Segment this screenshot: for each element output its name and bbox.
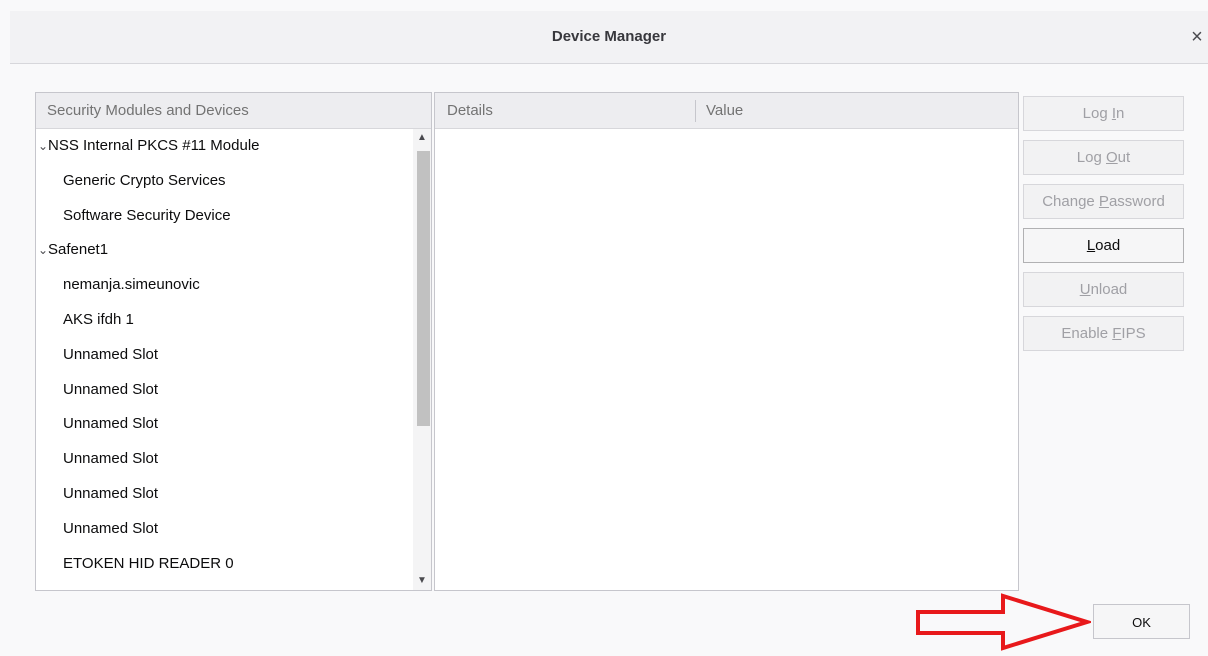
tree-slot-row[interactable]: AKS ifdh 1 (36, 303, 413, 338)
details-table[interactable]: Details Value (434, 92, 1019, 591)
security-modules-tree[interactable]: Security Modules and Devices ⌄NSS Intern… (35, 92, 432, 591)
tree-slot-row[interactable]: ETOKEN HID READER 0 (36, 547, 413, 582)
tree-list: ⌄NSS Internal PKCS #11 Module Generic Cry… (36, 129, 413, 590)
scroll-down-icon[interactable]: ▼ (413, 572, 431, 590)
tree-item-label: AKS ifdh 1 (63, 310, 134, 328)
column-header-value[interactable]: Value (706, 93, 743, 129)
dialog-title: Device Manager (551, 28, 667, 45)
tree-item-label: Unnamed Slot (63, 345, 159, 363)
button-label-accel: U (1079, 281, 1091, 298)
button-label-pre: Change (1042, 193, 1099, 210)
tree-item-label: Safenet1 (48, 241, 109, 259)
tree-slot-row[interactable]: Unnamed Slot (36, 338, 413, 373)
annotation-arrow-icon (916, 593, 1091, 651)
ok-button[interactable]: OK (1093, 604, 1190, 639)
tree-item-label: Software Security Device (63, 206, 231, 224)
button-label-post: oad (1095, 237, 1121, 254)
tree-slot-row[interactable]: Software Security Device (36, 199, 413, 234)
tree-slot-row[interactable]: Unnamed Slot (36, 512, 413, 547)
tree-module-row[interactable]: ⌄Safenet1 (36, 233, 413, 268)
tree-item-label: Unnamed Slot (63, 415, 159, 433)
change-password-button[interactable]: Change Password (1023, 184, 1184, 219)
tree-slot-row[interactable]: Unnamed Slot (36, 442, 413, 477)
tree-column-header[interactable]: Security Modules and Devices (36, 93, 431, 129)
tree-item-label: Generic Crypto Services (63, 171, 226, 189)
button-label-accel: O (1106, 149, 1118, 166)
button-label-post: nload (1090, 281, 1128, 298)
column-separator[interactable] (695, 100, 696, 122)
column-header-details[interactable]: Details (447, 93, 493, 129)
log-in-button[interactable]: Log In (1023, 96, 1184, 131)
button-label-post: IPS (1121, 325, 1146, 342)
tree-scrollbar[interactable]: ▲ ▼ (413, 129, 431, 590)
close-icon[interactable]: × (1186, 24, 1208, 50)
load-button[interactable]: Load (1023, 228, 1184, 263)
tree-item-label: ETOKEN HID READER 0 (63, 554, 234, 572)
tree-item-label: Unnamed Slot (63, 484, 159, 502)
button-label-accel: L (1086, 237, 1096, 254)
button-label-post: n (1116, 105, 1125, 122)
button-label-pre: Log (1082, 105, 1112, 122)
button-label-pre: Log (1076, 149, 1106, 166)
tree-item-label: Unnamed Slot (63, 450, 159, 468)
log-out-button[interactable]: Log Out (1023, 140, 1184, 175)
button-label-post: assword (1108, 193, 1165, 210)
button-label-post: ut (1117, 149, 1131, 166)
button-label-pre: Enable (1061, 325, 1113, 342)
tree-slot-row[interactable]: nemanja.simeunovic (36, 268, 413, 303)
tree-item-label: NSS Internal PKCS #11 Module (48, 137, 260, 154)
scroll-thumb[interactable] (417, 151, 430, 426)
tree-item-label: Unnamed Slot (63, 380, 159, 398)
enable-fips-button[interactable]: Enable FIPS (1023, 316, 1184, 351)
tree-item-label: nemanja.simeunovic (63, 276, 200, 294)
chevron-down-icon[interactable]: ⌄ (38, 233, 48, 268)
tree-slot-row[interactable]: Unnamed Slot (36, 477, 413, 512)
chevron-down-icon[interactable]: ⌄ (38, 129, 48, 164)
button-label-accel: P (1098, 193, 1109, 210)
tree-module-row[interactable]: ⌄NSS Internal PKCS #11 Module (36, 129, 413, 164)
tree-item-label: Unnamed Slot (63, 519, 159, 537)
tree-slot-row[interactable]: Unnamed Slot (36, 407, 413, 442)
tree-slot-row[interactable]: Unnamed Slot (36, 373, 413, 408)
scroll-up-icon[interactable]: ▲ (413, 129, 431, 147)
details-header: Details Value (435, 93, 1018, 129)
tree-slot-row[interactable]: Generic Crypto Services (36, 164, 413, 199)
unload-button[interactable]: Unload (1023, 272, 1184, 307)
dialog-titlebar: Device Manager × (10, 11, 1208, 64)
